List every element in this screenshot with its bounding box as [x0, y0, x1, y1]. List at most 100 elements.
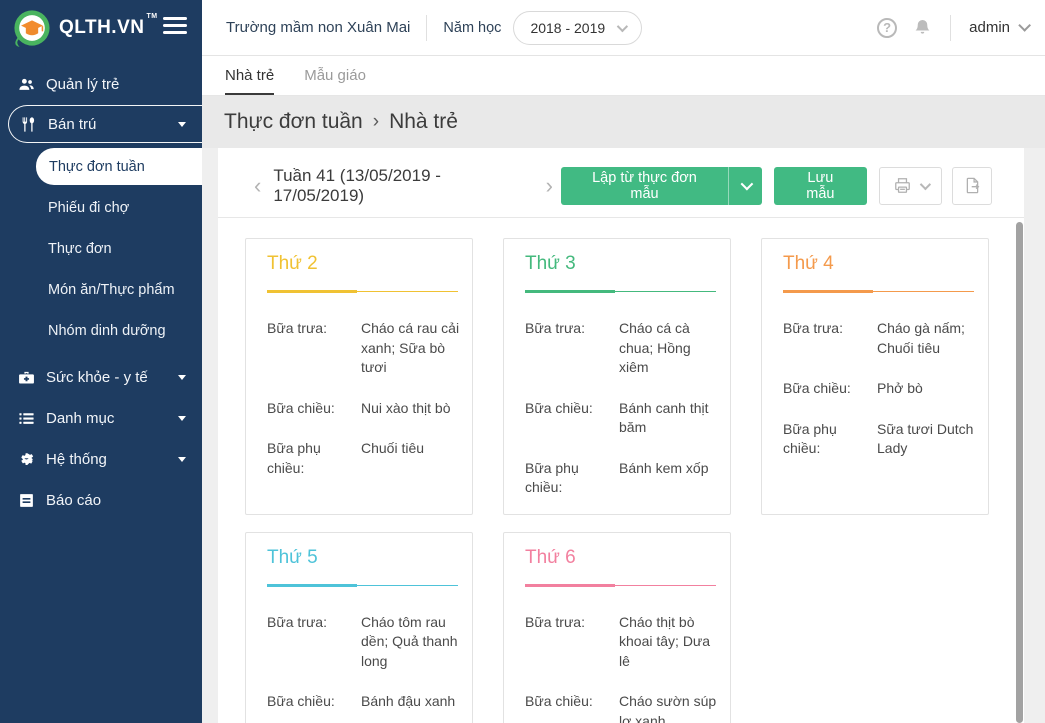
meal-value: Bánh kem xốp [619, 459, 709, 476]
tab-mau-giao[interactable]: Mẫu giáo [304, 56, 366, 95]
vertical-scrollbar[interactable] [1016, 222, 1023, 723]
meal-value: Cháo gà nấm; Chuối tiêu [877, 320, 965, 356]
week-navigator: ‹ Tuần 41 (13/05/2019 - 17/05/2019) › [246, 166, 561, 206]
children-icon [17, 76, 35, 94]
chevron-down-icon [1018, 19, 1031, 32]
medkit-icon [17, 369, 35, 387]
toolbar: ‹ Tuần 41 (13/05/2019 - 17/05/2019) › Lậ… [218, 148, 1024, 218]
breadcrumb-parent[interactable]: Thực đơn tuần [224, 110, 363, 134]
school-year-value: 2018 - 2019 [530, 19, 606, 36]
sidebar: QLTH.VNTM Quản lý trẻ Bán trú Thực đơn t… [0, 0, 202, 723]
breadcrumb-current: Nhà trẻ [389, 110, 458, 133]
school-year-label: Năm học [443, 19, 502, 36]
submenu-label: Thực đơn [48, 240, 112, 257]
header-divider [426, 14, 428, 41]
create-from-sample-dropdown-button[interactable] [728, 166, 762, 205]
chevron-down-icon [616, 20, 629, 32]
day-divider [525, 583, 716, 587]
meal-label: Bữa chiều: [525, 693, 593, 709]
submenu-label: Thực đơn tuần [49, 158, 145, 175]
gear-icon [17, 451, 35, 469]
create-from-sample-button[interactable]: Lập từ thực đơn mẫu [560, 166, 729, 205]
header-divider [950, 14, 952, 41]
chevron-down-icon [740, 177, 754, 191]
sidebar-item-label: Danh mục [46, 410, 115, 427]
meal-label: Bữa chiều: [525, 399, 593, 416]
school-year-select[interactable]: 2018 - 2019 [513, 10, 643, 45]
day-divider [267, 290, 458, 293]
meal-value: Cháo tôm rau dền; Quả thanh long [361, 613, 458, 669]
print-button[interactable] [879, 166, 943, 205]
day-divider [525, 290, 716, 293]
meal-label: Bữa phụ chiều: [267, 440, 321, 476]
meal-value: Cháo sườn súp lơ xanh [619, 693, 717, 723]
meal-label: Bữa chiều: [267, 693, 335, 709]
chevron-down-icon [178, 416, 186, 421]
content-area: ‹ Tuần 41 (13/05/2019 - 17/05/2019) › Lậ… [202, 148, 1045, 723]
breadcrumb: Thực đơn tuần › Nhà trẻ [202, 96, 1045, 148]
day-divider [267, 583, 458, 587]
weekly-menu-cards: Thứ 2 Bữa trưa: Cháo cá rau cải xanh; Sữ… [218, 218, 998, 723]
next-week-icon[interactable]: › [538, 174, 561, 197]
user-menu[interactable]: admin [969, 19, 1031, 36]
sidebar-item-suc-khoe-y-te[interactable]: Sức khỏe - y tế [0, 357, 202, 398]
create-from-sample-split-button: Lập từ thực đơn mẫu [560, 166, 762, 205]
prev-week-icon[interactable]: ‹ [246, 174, 269, 197]
day-card-thu-4: Thứ 4 Bữa trưa: Cháo gà nấm; Chuối tiêu … [761, 238, 989, 515]
day-title: Thứ 5 [267, 546, 318, 568]
chevron-down-icon [178, 375, 186, 380]
meal-label: Bữa trưa: [267, 613, 327, 630]
meal-label: Bữa trưa: [525, 320, 585, 336]
logo-row: QLTH.VNTM [0, 0, 202, 56]
submenu-label: Món ăn/Thực phẩm [48, 281, 175, 298]
meal-label: Bữa chiều: [783, 380, 851, 396]
meal-value: Sữa tươi Dutch Lady [877, 420, 974, 457]
utensils-icon [19, 115, 37, 133]
sidebar-item-danh-muc[interactable]: Danh mục [0, 398, 202, 439]
sidebar-item-bao-cao[interactable]: Báo cáo [0, 480, 202, 521]
sidebar-subitem-nhom-dinh-duong[interactable]: Nhóm dinh dưỡng [0, 312, 202, 349]
meal-value: Nui xào thịt bò [361, 399, 451, 416]
meal-label: Bữa trưa: [525, 613, 585, 630]
sidebar-subitem-mon-an-thuc-pham[interactable]: Món ăn/Thực phẩm [0, 271, 202, 308]
meal-label: Bữa trưa: [783, 320, 843, 336]
report-icon [17, 492, 35, 510]
list-icon [17, 410, 35, 428]
week-label: Tuần 41 (13/05/2019 - 17/05/2019) [273, 165, 441, 205]
weekly-menu-panel: ‹ Tuần 41 (13/05/2019 - 17/05/2019) › Lậ… [218, 148, 1024, 723]
meal-value: Cháo cá rau cải xanh; Sữa bò tươi [361, 320, 460, 375]
hamburger-menu-icon[interactable] [163, 17, 187, 38]
meal-label: Bữa phụ chiều: [783, 420, 837, 457]
meal-label: Bữa chiều: [267, 399, 335, 416]
app-logo-icon[interactable] [13, 9, 51, 47]
day-card-thu-2: Thứ 2 Bữa trưa: Cháo cá rau cải xanh; Sữ… [245, 238, 473, 515]
submenu-label: Nhóm dinh dưỡng [48, 322, 166, 339]
chevron-down-icon [178, 457, 186, 462]
sidebar-item-label: Báo cáo [46, 492, 102, 509]
chevron-down-icon [919, 178, 932, 190]
sidebar-item-label: Quản lý trẻ [46, 76, 120, 93]
day-card-thu-5: Thứ 5 Bữa trưa: Cháo tôm rau dền; Quả th… [245, 531, 473, 723]
sidebar-subitem-phieu-di-cho[interactable]: Phiếu đi chợ [0, 189, 202, 226]
meal-value: Cháo cá cà chua; Hồng xiêm [619, 320, 691, 375]
sidebar-item-quan-ly-tre[interactable]: Quản lý trẻ [0, 64, 202, 105]
sidebar-nav: Quản lý trẻ Bán trú Thực đơn tuần Phiếu … [0, 56, 202, 521]
username-label: admin [969, 19, 1010, 36]
sidebar-item-ban-tru[interactable]: Bán trú [8, 105, 202, 143]
breadcrumb-separator-icon: › [372, 111, 380, 132]
top-header: Trường mầm non Xuân Mai Năm học 2018 - 2… [202, 0, 1045, 56]
help-icon[interactable]: ? [877, 17, 898, 38]
meal-value: Chuối tiêu [361, 440, 425, 456]
sidebar-item-he-thong[interactable]: Hệ thống [0, 439, 202, 480]
brand-name: QLTH.VNTM [59, 12, 158, 38]
sidebar-subitem-thuc-don[interactable]: Thực đơn [0, 230, 202, 267]
sidebar-subitem-thuc-don-tuan[interactable]: Thực đơn tuần [36, 148, 202, 185]
submenu-label: Phiếu đi chợ [48, 199, 130, 216]
sidebar-item-label: Hệ thống [46, 451, 107, 468]
export-button[interactable] [952, 166, 992, 205]
meal-label: Bữa phụ chiều: [525, 459, 579, 496]
tab-nha-tre[interactable]: Nhà trẻ [225, 56, 275, 95]
notifications-bell-icon[interactable] [913, 18, 932, 37]
save-sample-button[interactable]: Lưu mẫu [773, 166, 868, 205]
sidebar-item-label: Sức khỏe - y tế [46, 369, 148, 386]
